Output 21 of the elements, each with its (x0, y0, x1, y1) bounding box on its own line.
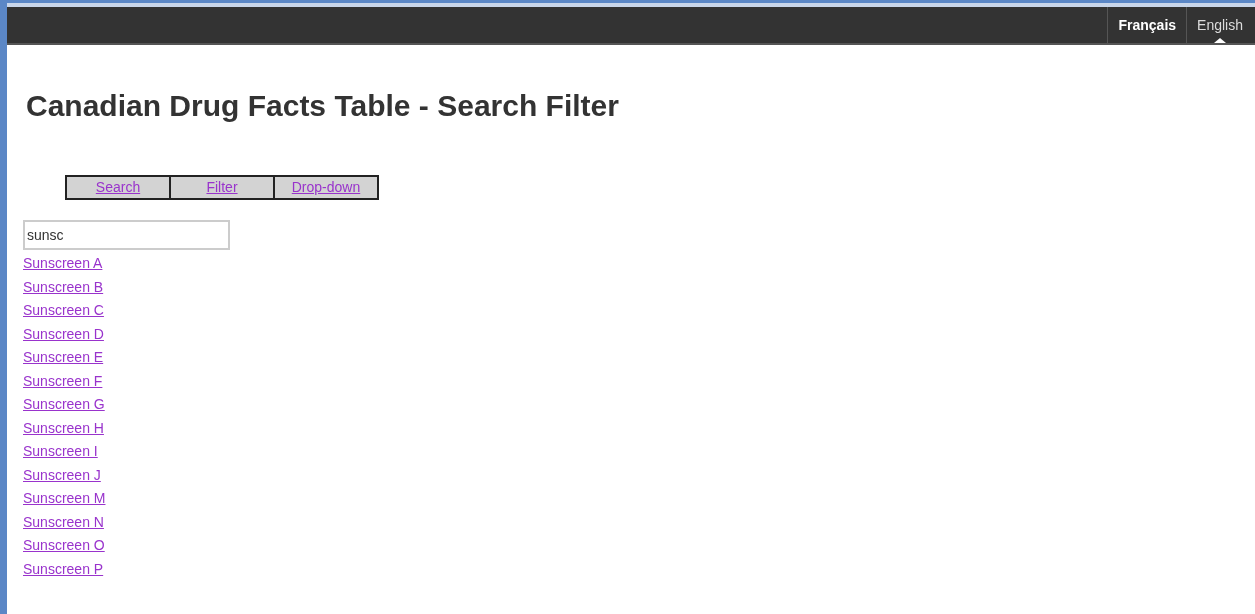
result-link[interactable]: Sunscreen D (23, 322, 104, 346)
result-link[interactable]: Sunscreen J (23, 463, 101, 487)
page-title: Canadian Drug Facts Table - Search Filter (26, 91, 620, 121)
result-link[interactable]: Sunscreen B (23, 275, 104, 299)
result-link[interactable]: Sunscreen C (23, 299, 104, 323)
tab-link[interactable]: Search (65, 175, 171, 200)
result-link[interactable]: Sunscreen O (23, 534, 105, 558)
result-link[interactable]: Sunscreen G (23, 393, 105, 417)
search-field[interactable]: sunsc (23, 220, 230, 250)
result-link[interactable]: Sunscreen E (23, 346, 104, 370)
result-link[interactable]: Sunscreen M (23, 487, 106, 511)
language-link[interactable]: English (1186, 7, 1253, 43)
result-link[interactable]: Sunscreen P (23, 557, 104, 581)
result-link[interactable]: Sunscreen H (23, 416, 104, 440)
language-link[interactable]: Français (1107, 7, 1187, 43)
result-link[interactable]: Sunscreen A (23, 252, 103, 276)
result-link[interactable]: Sunscreen I (23, 440, 98, 464)
result-link[interactable]: Sunscreen N (23, 510, 104, 534)
result-link[interactable]: Sunscreen F (23, 369, 103, 393)
tab-link[interactable]: Filter (169, 175, 275, 200)
tab-link[interactable]: Drop-down (273, 175, 379, 200)
